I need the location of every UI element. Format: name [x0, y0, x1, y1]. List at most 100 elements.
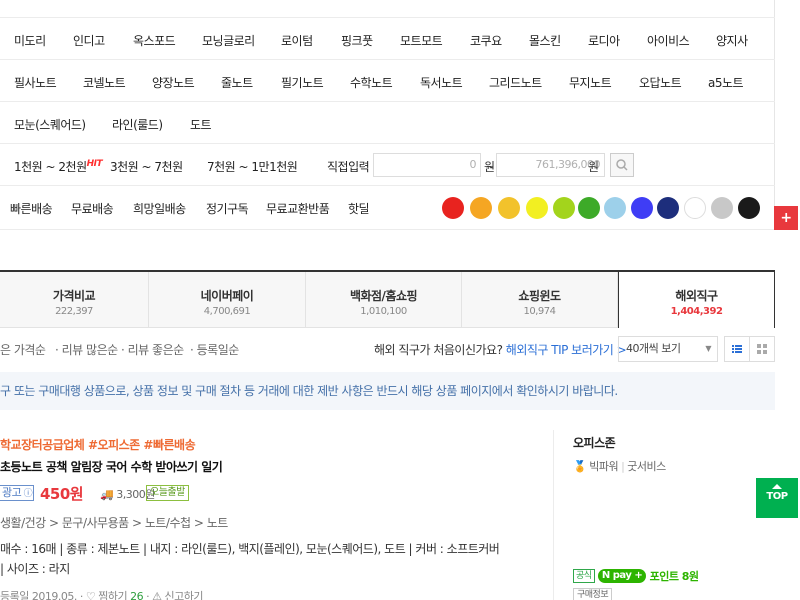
color-swatch-skyblue[interactable] — [604, 197, 626, 219]
sort-bar: 은 가격순 · 리뷰 많은순 · 리뷰 좋은순 · 등록일순 해외 직구가 처음… — [0, 328, 775, 370]
filter-hotdeal[interactable]: 핫딜 — [348, 200, 370, 217]
filter-type-reading[interactable]: 독서노트 — [420, 74, 463, 91]
color-swatch-black[interactable] — [738, 197, 760, 219]
filter-free-delivery[interactable]: 무료배송 — [71, 200, 114, 217]
product-price[interactable]: 450원 — [40, 483, 84, 504]
price-max-unit: 원 — [588, 160, 599, 174]
filter-inner-dot[interactable]: 도트 — [190, 116, 212, 133]
page-size-value: 40개씩 보기 — [626, 342, 681, 355]
sort-best-reviews[interactable]: · 리뷰 좋은순 — [121, 341, 184, 358]
filter-subscription[interactable]: 정기구독 — [206, 200, 249, 217]
overseas-tip-link[interactable]: 해외직구 TIP 보러가기 > — [506, 343, 627, 357]
price-range-1[interactable]: 1천원 ~ 2천원HIT — [14, 158, 103, 175]
grade-separator: | — [621, 460, 625, 473]
color-swatch-gold[interactable] — [498, 197, 520, 219]
direct-input-label: 직접입력 — [327, 160, 370, 174]
sort-newest[interactable]: · 등록일순 — [190, 341, 239, 358]
tab-label: 쇼핑윈도 — [518, 289, 561, 303]
filter-brand-oxford[interactable]: 옥스포드 — [133, 32, 176, 49]
filter-free-exchange[interactable]: 무료교환반품 — [266, 200, 330, 217]
filter-fast-delivery[interactable]: 빠른배송 — [10, 200, 53, 217]
hit-badge: HIT — [86, 159, 103, 169]
filter-type-hardcover[interactable]: 양장노트 — [152, 74, 195, 91]
filter-expand-button[interactable]: + — [774, 206, 798, 230]
grid-view-icon — [757, 344, 767, 354]
price-range-2[interactable]: 3천원 ~ 7천원 — [110, 158, 183, 175]
color-swatch-red[interactable] — [442, 197, 464, 219]
filter-brand-rhodia[interactable]: 로디아 — [588, 32, 620, 49]
sort-most-reviews[interactable]: · 리뷰 많은순 — [55, 341, 118, 358]
filter-type-wrong-answer[interactable]: 오답노트 — [639, 74, 682, 91]
color-swatch-orange[interactable] — [470, 197, 492, 219]
scroll-top-button[interactable]: TOP — [756, 478, 798, 518]
filter-row-type: 필사노트 코넬노트 양장노트 줄노트 필기노트 수학노트 독서노트 그리드노트 … — [0, 60, 775, 102]
filter-brand-yangjisa[interactable]: 양지사 — [716, 32, 748, 49]
filter-type-lined[interactable]: 줄노트 — [221, 74, 253, 91]
filter-type-grid[interactable]: 그리드노트 — [489, 74, 542, 91]
filter-brand-moleskine[interactable]: 몰스킨 — [529, 32, 561, 49]
list-view-icon — [732, 345, 742, 353]
tab-count: 1,010,100 — [360, 306, 407, 317]
tab-overseas-direct[interactable]: 해외직구 1,404,392 — [618, 272, 775, 328]
filter-area: 미도리 인디고 옥스포드 모닝글로리 로이텀 핑크풋 모트모트 코쿠요 몰스킨 … — [0, 0, 775, 230]
price-range-1-label: 1천원 ~ 2천원 — [14, 160, 87, 174]
price-search-button[interactable] — [610, 153, 634, 177]
color-swatch-lime[interactable] — [553, 197, 575, 219]
grid-view-button[interactable] — [749, 336, 775, 362]
official-badge: 공식 — [573, 569, 595, 583]
seller-name[interactable]: 오피스존 — [573, 434, 616, 451]
filter-brand-morning-glory[interactable]: 모닝글로리 — [202, 32, 255, 49]
zzim-label: 찜하기 — [98, 590, 128, 600]
filter-brand-motemote[interactable]: 모트모트 — [400, 32, 443, 49]
product-hashtags[interactable]: 학교장터공급업체 #오피스존 #빠른배송 — [0, 436, 196, 453]
filter-type-blank[interactable]: 무지노트 — [569, 74, 612, 91]
heart-icon: ♡ — [85, 590, 96, 600]
filter-inner-squared[interactable]: 모눈(스퀘어드) — [14, 116, 86, 133]
filter-type-math[interactable]: 수학노트 — [350, 74, 393, 91]
seller-grade: 🏅 빅파워 | 굿서비스 — [573, 458, 666, 474]
filter-row-price: 1천원 ~ 2천원HIT 3천원 ~ 7천원 7천원 ~ 1만1천원 직접입력 … — [0, 144, 775, 186]
buy-info-badge[interactable]: 구매정보 — [573, 588, 613, 600]
price-min-input[interactable]: 0 — [373, 153, 481, 177]
tab-shopping-window[interactable]: 쇼핑윈도 10,974 — [462, 272, 618, 328]
zzim-button[interactable]: ♡ 찜하기 26 — [85, 590, 144, 600]
npay-point: 포인트 8원 — [649, 570, 699, 583]
color-swatch-green[interactable] — [578, 197, 600, 219]
grade-power: 빅파워 — [589, 460, 619, 473]
color-swatch-white[interactable] — [684, 197, 706, 219]
tab-price-compare[interactable]: 가격비교 222,397 — [0, 272, 149, 328]
tab-count: 10,974 — [523, 306, 557, 317]
plus-icon: + — [634, 570, 643, 581]
list-view-button[interactable] — [724, 336, 750, 362]
npay-row: 공식 N pay + 포인트 8원 — [573, 568, 699, 584]
product-specs: 매수 : 16매 | 종류 : 제본노트 | 내지 : 라인(룰드), 백지(플… — [0, 542, 500, 556]
color-swatch-blue[interactable] — [631, 197, 653, 219]
filter-brand-pinkfoot[interactable]: 핑크풋 — [341, 32, 373, 49]
filter-type-cornell[interactable]: 코넬노트 — [83, 74, 126, 91]
page-size-select[interactable]: 40개씩 보기 ▼ — [618, 336, 718, 362]
filter-scheduled-delivery[interactable]: 희망일배송 — [133, 200, 186, 217]
report-label: 신고하기 — [164, 590, 203, 600]
tab-label: 네이버페이 — [200, 289, 254, 303]
color-swatch-yellow[interactable] — [526, 197, 548, 219]
ad-badge[interactable]: 광고 ⓘ — [0, 485, 34, 501]
color-swatch-navy[interactable] — [657, 197, 679, 219]
price-range-3[interactable]: 7천원 ~ 1만1천원 — [207, 158, 298, 175]
filter-brand-midori[interactable]: 미도리 — [14, 32, 46, 49]
filter-type-pilsa[interactable]: 필사노트 — [14, 74, 57, 91]
tab-department-store[interactable]: 백화점/홈쇼핑 1,010,100 — [306, 272, 462, 328]
tab-naver-pay[interactable]: 네이버페이 4,700,691 — [149, 272, 306, 328]
filter-brand-leuchtturm[interactable]: 로이텀 — [281, 32, 313, 49]
filter-brand-kokuyo[interactable]: 코쿠요 — [470, 32, 502, 49]
tab-label: 해외직구 — [675, 289, 718, 303]
report-button[interactable]: ⚠ 신고하기 — [152, 590, 203, 600]
filter-inner-ruled[interactable]: 라인(룰드) — [112, 116, 163, 133]
sort-low-price[interactable]: 은 가격순 — [0, 341, 46, 358]
color-swatch-gray[interactable] — [711, 197, 733, 219]
filter-brand-ibis[interactable]: 아이비스 — [647, 32, 690, 49]
filter-type-a5[interactable]: a5노트 — [708, 74, 744, 91]
filter-type-writing[interactable]: 필기노트 — [281, 74, 324, 91]
filter-brand-indigo[interactable]: 인디고 — [73, 32, 105, 49]
product-category[interactable]: 생활/건강 > 문구/사무용품 > 노트/수첩 > 노트 — [0, 514, 228, 531]
product-title[interactable]: 초등노트 공책 알림장 국어 수학 받아쓰기 일기 — [0, 458, 223, 475]
